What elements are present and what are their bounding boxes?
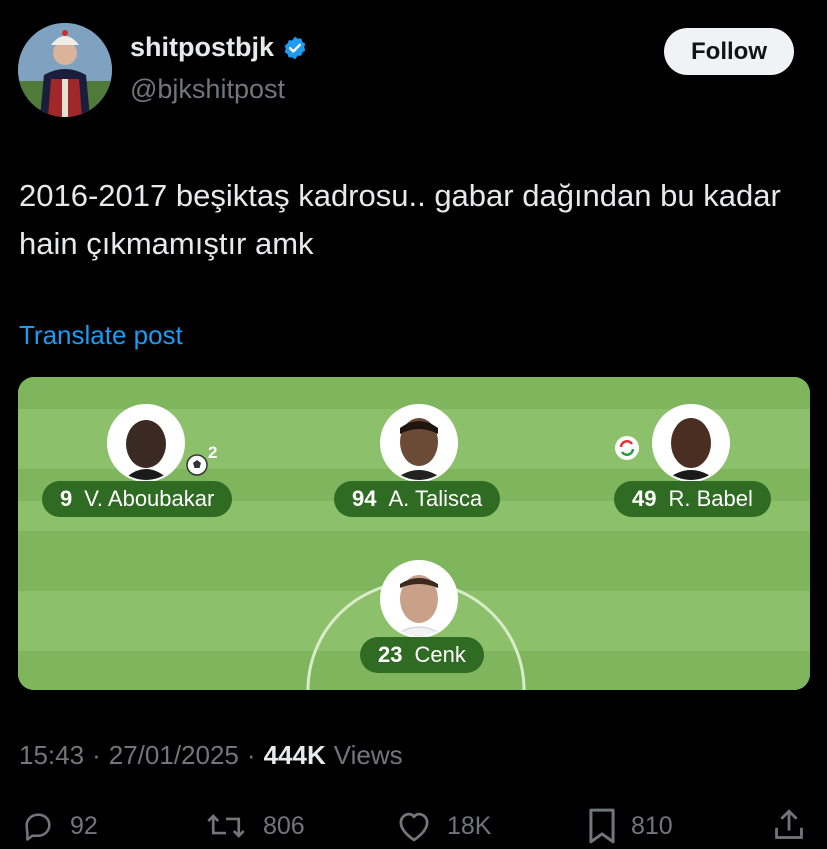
avatar-portrait-icon [18,23,112,117]
bookmark-count: 810 [631,811,673,840]
views-count: 444K [263,740,326,770]
author-display-name[interactable]: shitpostbjk [130,32,274,63]
author-name-row: shitpostbjk [130,32,308,63]
views-label: Views [333,740,403,770]
player-face-icon [382,562,456,636]
share-button[interactable] [772,807,806,843]
like-count: 18K [447,811,492,840]
player-name: A. Talisca [388,486,483,511]
like-button[interactable]: 18K [395,809,491,843]
post-date[interactable]: 27/01/2025 [109,740,239,771]
meta-separator: · [246,740,256,770]
goal-count-badge: 2 [208,443,218,462]
author-handle[interactable]: @bjkshitpost [130,74,285,105]
translate-post-link[interactable]: Translate post [19,320,183,351]
reply-button[interactable]: 92 [20,809,98,843]
player-name: V. Aboubakar [84,486,215,511]
player-name: Cenk [414,642,466,667]
repost-count: 806 [263,811,305,840]
player-face-icon [654,406,728,480]
verified-badge-icon [284,36,306,59]
player-nameplate: 49 R. Babel [614,481,771,517]
substitution-icon [615,436,639,460]
player-number: 94 [352,486,377,511]
share-icon [775,809,803,839]
player-number: 49 [632,486,657,511]
repost-button[interactable]: 806 [203,809,305,843]
post-text: 2016-2017 beşiktaş kadrosu.. gabar dağın… [19,178,781,261]
player-nameplate: 94 A. Talisca [334,481,501,517]
player-photo-cenk [380,560,458,638]
player-photo-babel [652,404,730,482]
heart-icon [399,812,429,842]
football-icon [186,454,208,476]
post-meta: 15:43 · 27/01/2025 · 444K Views [19,740,403,771]
player-nameplate: 9 V. Aboubakar [42,481,233,517]
player-photo-talisca [380,404,458,482]
action-bar: 92 806 18K 810 [0,805,827,849]
bookmark-button[interactable]: 810 [587,807,673,845]
repost-icon [207,814,245,838]
reply-icon [25,813,51,841]
post-time[interactable]: 15:43 [19,740,84,771]
player-name: R. Babel [668,486,753,511]
player-photo-aboubakar [107,404,185,482]
lineup-image[interactable]: 2 9 V. Aboubakar 94 A. Talisca 49 R. Bab… [18,377,810,690]
player-face-icon [109,406,183,480]
player-nameplate: 23 Cenk [360,637,484,673]
reply-count: 92 [70,811,98,840]
player-face-icon [382,406,456,480]
player-number: 23 [378,642,403,667]
follow-button[interactable]: Follow [664,28,794,75]
bookmark-icon [589,808,615,844]
player-number: 9 [60,486,73,511]
meta-separator: · [92,740,101,770]
author-avatar[interactable] [18,23,112,117]
